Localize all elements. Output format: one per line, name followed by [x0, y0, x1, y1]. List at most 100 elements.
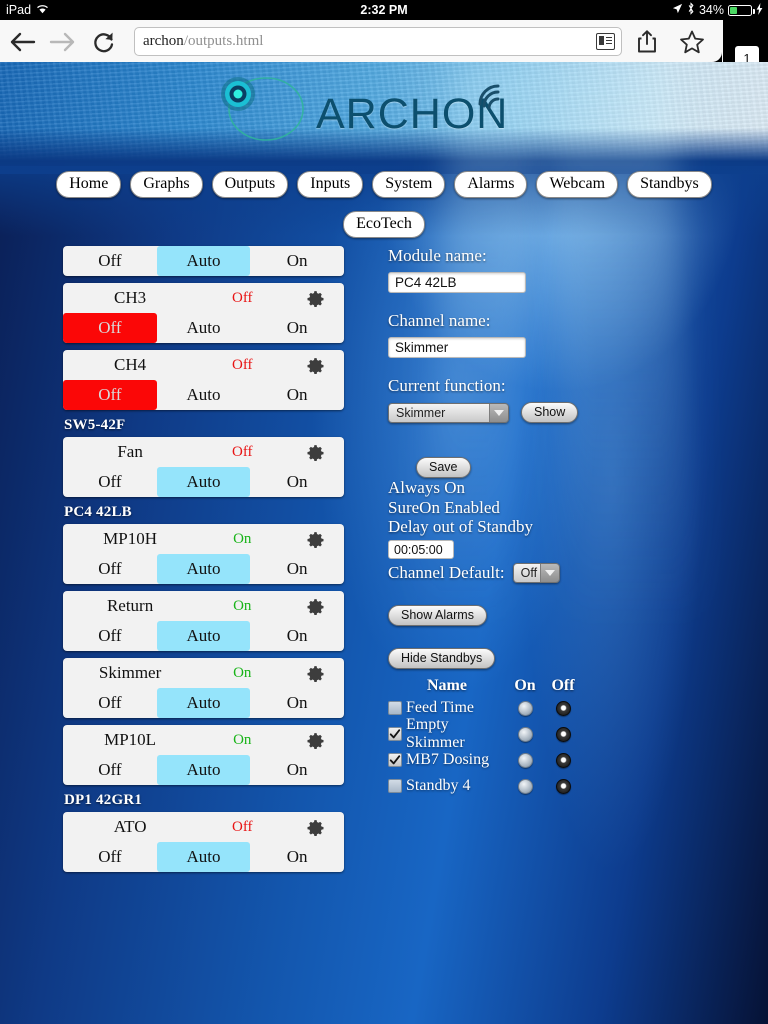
- channel-mode-on-button[interactable]: On: [250, 554, 344, 584]
- standby-on-radio[interactable]: [517, 726, 533, 742]
- check-icon: [389, 755, 401, 765]
- gear-icon[interactable]: [289, 444, 342, 461]
- gear-icon[interactable]: [289, 732, 342, 749]
- channel-settings-panel: Module name: PC4 42LB Channel name: Skim…: [388, 246, 728, 799]
- channel-mode-auto-button[interactable]: Auto: [156, 554, 251, 584]
- nav-item-outputs[interactable]: Outputs: [211, 171, 289, 198]
- gear-icon[interactable]: [289, 598, 342, 615]
- standby-on-radio[interactable]: [517, 752, 533, 768]
- reader-view-icon[interactable]: [596, 33, 615, 50]
- share-icon[interactable]: [634, 29, 660, 55]
- standby-name-cell: Standby 4: [388, 777, 506, 795]
- location-arrow-icon: [672, 3, 683, 17]
- standby-off-radio[interactable]: [555, 752, 571, 768]
- wifi-arc-icon: [478, 84, 500, 110]
- channel-mode-off-button[interactable]: Off: [63, 246, 157, 276]
- standby-on-cell: [506, 700, 544, 716]
- standby-label: Standby 4: [406, 777, 471, 795]
- nav-item-graphs[interactable]: Graphs: [130, 171, 203, 198]
- nav-item-system[interactable]: System: [372, 171, 446, 198]
- nav-item-webcam[interactable]: Webcam: [536, 171, 619, 198]
- nav-item-alarms[interactable]: Alarms: [454, 171, 528, 198]
- forward-arrow-icon[interactable]: [48, 28, 76, 56]
- channel-name: Return: [106, 596, 154, 615]
- channel-mode-on-button[interactable]: On: [250, 380, 344, 410]
- channel-card: Skimmer On Off Auto On: [63, 658, 344, 718]
- battery-icon: [728, 4, 755, 16]
- reload-icon[interactable]: [90, 28, 118, 56]
- channel-mode-off-button[interactable]: Off: [63, 467, 157, 497]
- channel-mode-on-button[interactable]: On: [250, 842, 344, 872]
- nav-item-home[interactable]: Home: [56, 171, 122, 198]
- url-bar[interactable]: archon/outputs.html: [134, 27, 622, 56]
- channel-name: CH4: [114, 355, 147, 374]
- channel-mode-off-button[interactable]: Off: [63, 313, 157, 343]
- channel-header: Return On: [63, 591, 344, 621]
- standby-checkbox[interactable]: [388, 779, 402, 794]
- channel-mode-on-button[interactable]: On: [250, 467, 344, 497]
- channel-mode-auto-button[interactable]: Auto: [156, 755, 251, 785]
- channel-mode-off-button[interactable]: Off: [63, 380, 157, 410]
- url-path: /outputs.html: [183, 33, 264, 49]
- standbys-header-row: Name On Off: [388, 677, 588, 695]
- channel-mode-auto-button[interactable]: Auto: [156, 621, 251, 651]
- module-name-input[interactable]: PC4 42LB: [388, 272, 526, 293]
- channel-default-select[interactable]: Off: [512, 563, 560, 584]
- channel-name-input[interactable]: Skimmer: [388, 337, 526, 358]
- channel-status: On: [233, 597, 252, 614]
- channel-mode-buttons: Off Auto On: [63, 842, 344, 872]
- channel-mode-on-button[interactable]: On: [250, 688, 344, 718]
- gear-icon[interactable]: [289, 819, 342, 836]
- hide-standbys-button[interactable]: Hide Standbys: [388, 648, 496, 670]
- channel-mode-auto-button[interactable]: Auto: [157, 380, 251, 410]
- channel-mode-on-button[interactable]: On: [250, 313, 344, 343]
- channel-mode-off-button[interactable]: Off: [63, 688, 157, 718]
- star-icon[interactable]: [679, 29, 705, 55]
- standby-checkbox[interactable]: [388, 727, 402, 742]
- channel-mode-buttons: Off Auto On: [63, 554, 344, 584]
- standby-off-radio[interactable]: [555, 700, 571, 716]
- channel-mode-auto-button[interactable]: Auto: [156, 467, 251, 497]
- standby-on-radio[interactable]: [517, 700, 533, 716]
- nav-item-inputs[interactable]: Inputs: [297, 171, 364, 198]
- standby-off-radio[interactable]: [555, 778, 571, 794]
- current-function-select[interactable]: Skimmer: [388, 402, 509, 423]
- channel-mode-on-button[interactable]: On: [250, 621, 344, 651]
- standby-label: Empty Skimmer: [406, 716, 465, 752]
- standby-on-radio[interactable]: [517, 778, 533, 794]
- gear-icon[interactable]: [289, 357, 342, 374]
- channel-mode-off-button[interactable]: Off: [63, 554, 157, 584]
- channel-name: ATO: [113, 817, 147, 836]
- channel-group-title: SW5-42F: [64, 417, 126, 433]
- standby-checkbox[interactable]: [388, 753, 402, 768]
- nav-item-standbys[interactable]: Standbys: [627, 171, 712, 198]
- show-button[interactable]: Show: [521, 402, 579, 423]
- gear-icon[interactable]: [289, 665, 342, 682]
- channel-mode-off-button[interactable]: Off: [63, 621, 157, 651]
- channel-mode-auto-button[interactable]: Auto: [156, 842, 251, 872]
- save-button[interactable]: Save: [416, 457, 471, 478]
- channel-mode-off-button[interactable]: Off: [63, 755, 157, 785]
- standbys-table: Name On Off Feed Time Empty Skimmer MB7 Do…: [388, 677, 588, 799]
- channel-mode-auto-button[interactable]: Auto: [156, 246, 251, 276]
- channel-mode-auto-button[interactable]: Auto: [156, 688, 251, 718]
- standby-checkbox[interactable]: [388, 701, 402, 716]
- gear-icon[interactable]: [289, 531, 342, 548]
- gear-icon[interactable]: [289, 290, 342, 307]
- standbys-name-header: Name: [427, 677, 467, 695]
- gear-icon-svg: [307, 598, 324, 615]
- standby-off-radio[interactable]: [555, 726, 571, 742]
- standby-row: MB7 Dosing: [388, 747, 588, 773]
- channel-mode-buttons: Off Auto On: [63, 755, 344, 785]
- channel-name: Fan: [117, 442, 143, 461]
- nav-item-ecotech[interactable]: EcoTech: [343, 211, 425, 238]
- channel-mode-off-button[interactable]: Off: [63, 842, 157, 872]
- show-alarms-button[interactable]: Show Alarms: [388, 605, 487, 627]
- delay-time-input[interactable]: 00:05:00: [388, 540, 454, 560]
- channel-mode-on-button[interactable]: On: [250, 755, 344, 785]
- channel-card: CH4 Off Off Auto On: [63, 350, 344, 410]
- channel-header: ATO Off: [63, 812, 344, 842]
- channel-mode-auto-button[interactable]: Auto: [157, 313, 251, 343]
- back-arrow-icon[interactable]: [9, 28, 37, 56]
- channel-mode-on-button[interactable]: On: [250, 246, 344, 276]
